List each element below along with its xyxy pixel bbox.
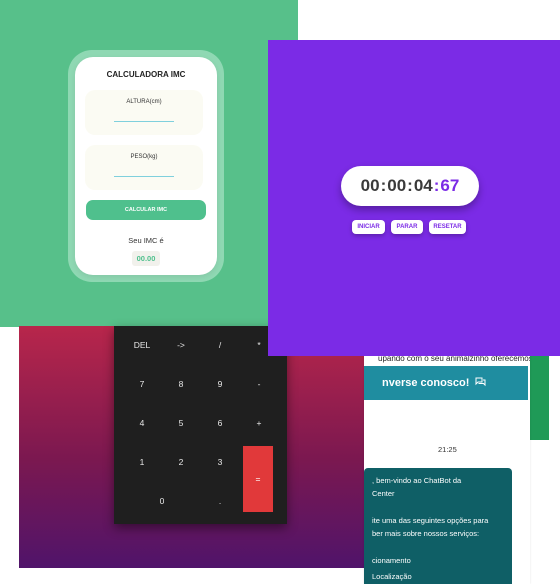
key-4[interactable]: 4 [122, 418, 162, 428]
key-9[interactable]: 9 [200, 379, 240, 389]
height-label: ALTURA(cm) [126, 99, 162, 105]
key-8[interactable]: 8 [161, 379, 201, 389]
imc-result-label: Seu IMC é [128, 236, 164, 245]
stopwatch-separator: : [433, 176, 440, 195]
stopwatch-display: 00:00:04:67 [341, 166, 479, 206]
chat-timestamp: 21:25 [438, 445, 457, 454]
start-button[interactable]: INICIAR [352, 220, 385, 234]
chat-side-accent [527, 356, 549, 440]
stop-button[interactable]: PARAR [391, 220, 423, 234]
key-del[interactable]: DEL [122, 340, 162, 350]
stopwatch-separator: : [380, 176, 387, 195]
chat-header-title: nverse conosco! [382, 377, 470, 389]
weight-input-underline[interactable] [114, 176, 174, 177]
calculator-panel: DEL -> / * 7 8 9 - 4 5 6 + 1 2 3 = 0 . [19, 326, 385, 568]
key-decimal[interactable]: . [200, 496, 240, 506]
chat-message-bubble: , bem-vindo ao ChatBot da Center ite uma… [364, 468, 512, 584]
weight-label: PESO(kg) [130, 154, 158, 160]
prompt-line-2: ber mais sobre nossos serviços: [372, 529, 480, 538]
stopwatch-minutes: 00 [387, 176, 407, 195]
stopwatch-hours: 00 [360, 176, 380, 195]
chat-icon [475, 367, 486, 401]
key-3[interactable]: 3 [200, 457, 240, 467]
imc-panel: CALCULADORA IMC ALTURA(cm) PESO(kg) CALC… [0, 0, 298, 327]
prompt-line-1: ite uma das seguintes opções para [372, 516, 489, 525]
height-field[interactable]: ALTURA(cm) [85, 90, 203, 135]
key-7[interactable]: 7 [122, 379, 162, 389]
weight-field[interactable]: PESO(kg) [85, 145, 203, 190]
stopwatch-milliseconds: 67 [440, 176, 460, 195]
imc-phone-frame: CALCULADORA IMC ALTURA(cm) PESO(kg) CALC… [68, 50, 224, 282]
key-5[interactable]: 5 [161, 418, 201, 428]
chat-option-2[interactable]: Localização [372, 572, 412, 581]
stopwatch-panel: 00:00:04:67 INICIAR PARAR RESETAR [268, 40, 560, 356]
greeting-line-2: Center [372, 489, 395, 498]
key-divide[interactable]: / [200, 340, 240, 350]
imc-title: CALCULADORA IMC [106, 70, 186, 79]
height-input-underline[interactable] [114, 121, 174, 122]
imc-result-value: 00.00 [132, 251, 160, 266]
chat-header[interactable]: nverse conosco! [364, 366, 528, 400]
key-equals[interactable]: = [243, 446, 273, 512]
key-plus[interactable]: + [239, 418, 279, 428]
reset-button[interactable]: RESETAR [429, 220, 466, 234]
key-0[interactable]: 0 [142, 496, 182, 506]
greeting-line-1: , bem-vindo ao ChatBot da [372, 476, 462, 485]
key-arrow[interactable]: -> [161, 340, 201, 350]
calculate-imc-button[interactable]: CALCULAR IMC [86, 200, 206, 220]
key-minus[interactable]: - [239, 379, 279, 389]
key-2[interactable]: 2 [161, 457, 201, 467]
chatbot-panel: upando com o seu animalzinho oferecemos … [364, 354, 530, 584]
calculator-body: DEL -> / * 7 8 9 - 4 5 6 + 1 2 3 = 0 . [114, 326, 287, 524]
key-1[interactable]: 1 [122, 457, 162, 467]
chat-option-1[interactable]: cionamento [372, 556, 411, 565]
key-6[interactable]: 6 [200, 418, 240, 428]
stopwatch-seconds: 04 [413, 176, 433, 195]
stopwatch-separator: : [407, 176, 413, 195]
imc-card: CALCULADORA IMC ALTURA(cm) PESO(kg) CALC… [75, 57, 217, 275]
